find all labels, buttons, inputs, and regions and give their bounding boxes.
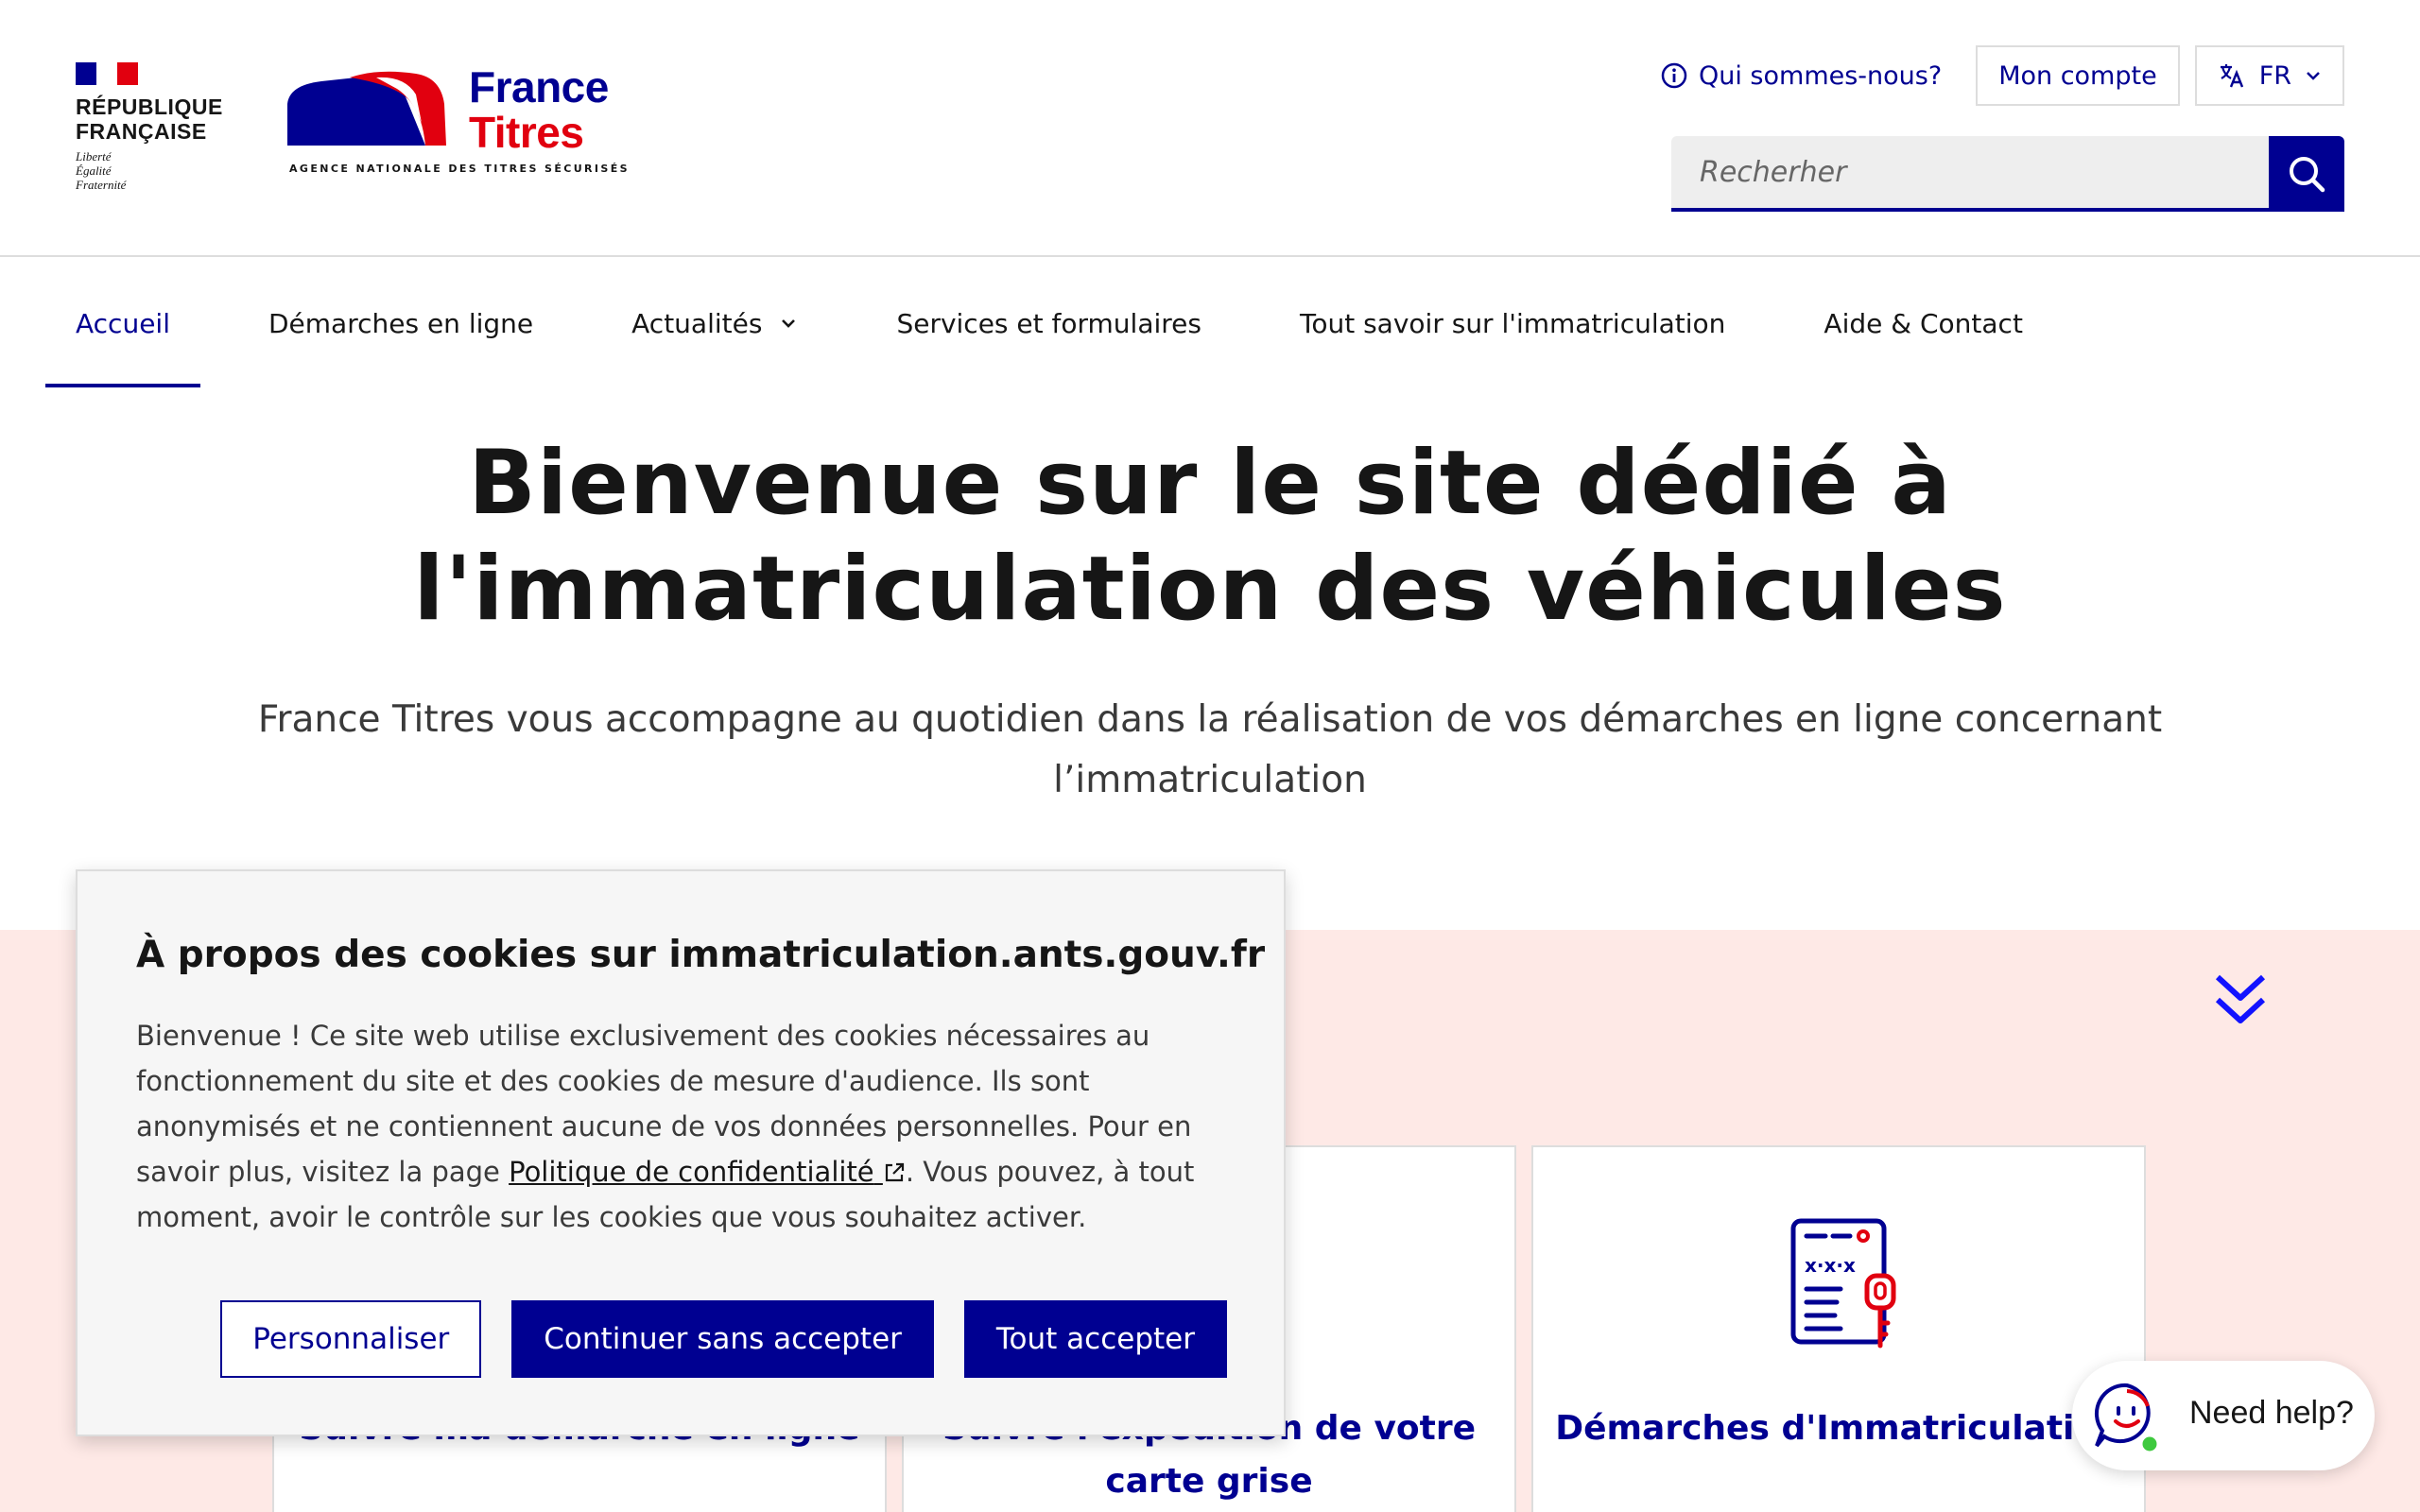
cookie-actions: Personnaliser Continuer sans accepter To… bbox=[220, 1300, 1227, 1378]
france-titres-emblem-icon bbox=[287, 71, 446, 146]
card-demarches-immatriculation[interactable]: x·x·x Démarches d'Immatriculation bbox=[1531, 1145, 2146, 1512]
translate-icon bbox=[2220, 64, 2243, 88]
main-navigation: Accueil Démarches en ligne Actualités Se… bbox=[0, 259, 2420, 387]
header-tools: Qui sommes-nous? Mon compte FR bbox=[1642, 45, 2344, 106]
nav-item-immatriculation[interactable]: Tout savoir sur l'immatriculation bbox=[1270, 259, 1755, 387]
double-chevron-down-icon bbox=[2215, 974, 2266, 1023]
page-title: Bienvenue sur le site dédié à l'immatric… bbox=[265, 431, 2155, 643]
nav-item-services[interactable]: Services et formulaires bbox=[866, 259, 1232, 387]
language-selector[interactable]: FR bbox=[2194, 45, 2344, 106]
nav-item-accueil[interactable]: Accueil bbox=[45, 259, 200, 387]
cookie-text: Bienvenue ! Ce site web utilise exclusiv… bbox=[136, 1013, 1242, 1240]
nav-item-aide-contact[interactable]: Aide & Contact bbox=[1793, 259, 2053, 387]
card-title-line-2: carte grise bbox=[1105, 1462, 1313, 1501]
brand-tagline: AGENCE NATIONALE DES TITRES SÉCURISÉS bbox=[289, 163, 630, 175]
svg-text:x·x·x: x·x·x bbox=[1805, 1254, 1856, 1277]
page-subtitle: France Titres vous accompagne au quotidi… bbox=[217, 690, 2203, 811]
accept-all-button[interactable]: Tout accepter bbox=[963, 1300, 1227, 1378]
registration-document-icon: x·x·x bbox=[1790, 1218, 1896, 1349]
page-title-line-2: l'immatriculation des véhicules bbox=[413, 538, 2007, 641]
cookie-consent-dialog: À propos des cookies sur immatriculation… bbox=[76, 869, 1286, 1436]
help-chat-widget[interactable]: Need help? bbox=[2072, 1361, 2375, 1470]
privacy-policy-link[interactable]: Politique de confidentialité bbox=[509, 1156, 906, 1188]
language-label: FR bbox=[2258, 60, 2291, 91]
card-title: Démarches d'Immatriculation bbox=[1555, 1409, 2122, 1448]
scroll-down-button[interactable] bbox=[2212, 971, 2269, 1034]
republic-line-2: FRANÇAISE bbox=[76, 119, 207, 144]
external-link-icon bbox=[885, 1162, 904, 1182]
nav-item-actualites[interactable]: Actualités bbox=[601, 259, 828, 387]
motto-fraternite: Fraternité bbox=[76, 178, 127, 192]
republic-line-1: RÉPUBLIQUE bbox=[76, 94, 223, 119]
cookie-title: À propos des cookies sur immatriculation… bbox=[136, 934, 1266, 976]
republique-francaise-logo[interactable]: RÉPUBLIQUE FRANÇAISE Liberté Égalité Fra… bbox=[76, 62, 227, 192]
continue-without-accepting-button[interactable]: Continuer sans accepter bbox=[511, 1300, 934, 1378]
nav-item-actualites-label: Actualités bbox=[631, 307, 763, 339]
brand-name: France Titres bbox=[469, 64, 609, 155]
about-link-label: Qui sommes-nous? bbox=[1698, 60, 1943, 91]
motto-egalite: Égalité bbox=[76, 163, 112, 178]
page-subtitle-line-1: France Titres vous accompagne au quotidi… bbox=[257, 698, 2163, 741]
search-button[interactable] bbox=[2269, 136, 2344, 212]
page-subtitle-line-2: l’immatriculation bbox=[1053, 759, 1367, 801]
nav-item-demarches[interactable]: Démarches en ligne bbox=[238, 259, 563, 387]
motto-liberte: Liberté bbox=[76, 149, 112, 163]
search-bar bbox=[1671, 136, 2344, 212]
chatbot-avatar-icon bbox=[2095, 1383, 2160, 1453]
brand-line-2: Titres bbox=[469, 108, 584, 157]
chevron-down-icon bbox=[782, 319, 796, 328]
search-input[interactable] bbox=[1671, 136, 2269, 212]
site-header: RÉPUBLIQUE FRANÇAISE Liberté Égalité Fra… bbox=[0, 0, 2420, 257]
info-icon bbox=[1661, 62, 1687, 89]
brand-line-1: France bbox=[469, 62, 609, 112]
customize-cookies-button[interactable]: Personnaliser bbox=[220, 1300, 482, 1378]
account-button[interactable]: Mon compte bbox=[1976, 45, 2180, 106]
motto: Liberté Égalité Fraternité bbox=[76, 149, 227, 192]
page-title-line-1: Bienvenue sur le site dédié à bbox=[468, 432, 1952, 535]
chevron-down-icon bbox=[2307, 72, 2320, 80]
chat-label: Need help? bbox=[2189, 1395, 2354, 1431]
search-icon bbox=[2290, 157, 2325, 193]
about-link[interactable]: Qui sommes-nous? bbox=[1642, 45, 1961, 106]
france-titres-logo[interactable]: France Titres AGENCE NATIONALE DES TITRE… bbox=[284, 62, 628, 185]
privacy-policy-link-label: Politique de confidentialité bbox=[509, 1156, 874, 1188]
marianne-flag-icon bbox=[76, 62, 138, 85]
